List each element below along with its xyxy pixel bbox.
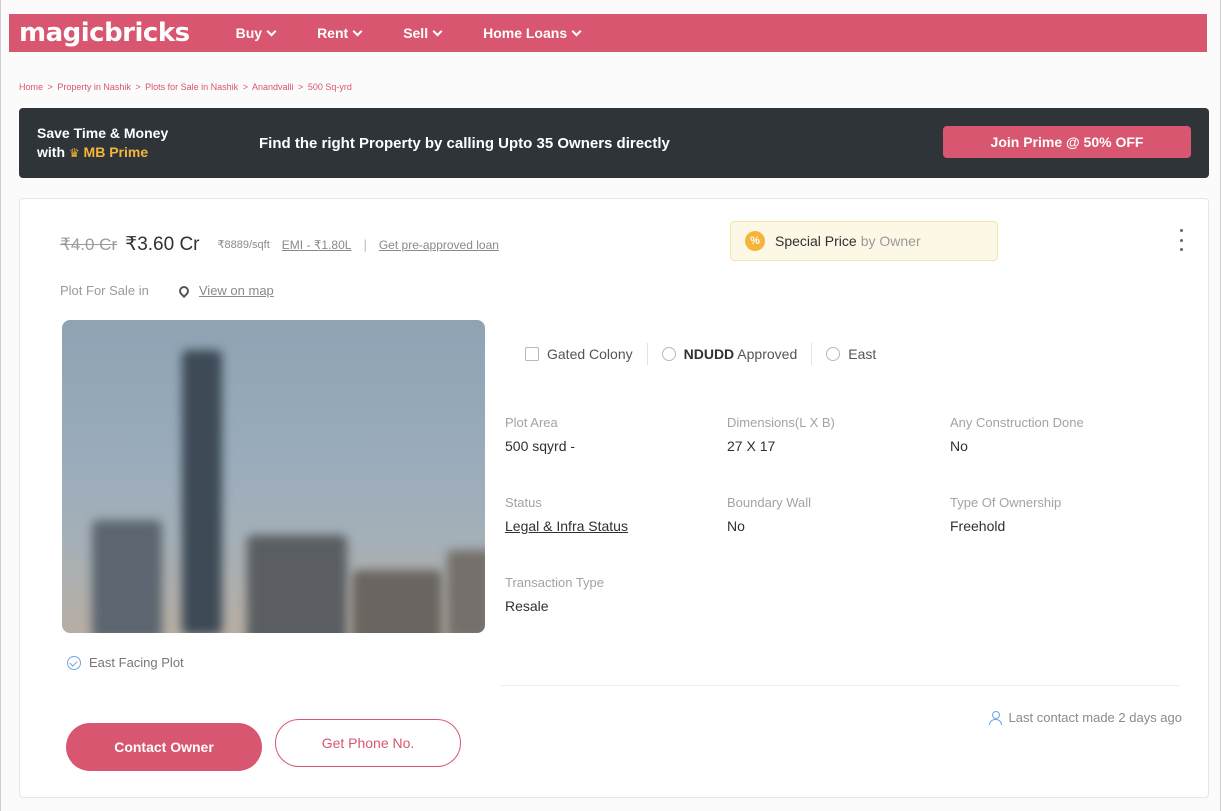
magicbricks-logo[interactable]: magicbricks: [19, 18, 190, 48]
banner-line2-prefix: with: [37, 143, 65, 160]
tag-facing-label: East: [848, 346, 877, 362]
nav-rent-label: Rent: [317, 25, 349, 41]
breadcrumb: Home > Property in Nashik > Plots for Sa…: [19, 82, 354, 92]
property-photo[interactable]: [62, 320, 485, 633]
detail-key: Any Construction Done: [950, 415, 1084, 430]
special-price-badge: % Special Price by Owner: [730, 221, 998, 261]
more-options-icon[interactable]: [1174, 229, 1188, 251]
detail-value: No: [950, 438, 968, 454]
nav-rent[interactable]: Rent: [317, 25, 363, 41]
breadcrumb-home[interactable]: Home: [19, 82, 43, 92]
listing-subtitle: Plot For Sale in: [60, 283, 149, 298]
tag-facing: East: [826, 346, 876, 362]
detail-value: Freehold: [950, 518, 1006, 534]
mb-prime-banner: Save Time & Money with ♛ MB Prime Find t…: [19, 108, 1209, 178]
tag-gated-colony-label: Gated Colony: [547, 346, 633, 362]
get-phone-button[interactable]: Get Phone No.: [275, 719, 461, 767]
special-price-suffix: by Owner: [860, 233, 921, 249]
banner-tagline: Save Time & Money with ♛ MB Prime: [37, 124, 257, 163]
last-contact-info: Last contact made 2 days ago: [988, 710, 1182, 725]
nav-buy[interactable]: Buy: [235, 25, 277, 41]
detail-key: Transaction Type: [505, 575, 604, 590]
chevron-down-icon: [432, 26, 443, 37]
top-navigation: magicbricks Buy Rent Sell Home Loans: [9, 14, 1207, 52]
pre-approved-loan-link[interactable]: Get pre-approved loan: [379, 238, 499, 252]
legal-infra-status-link[interactable]: Legal & Infra Status: [505, 518, 628, 534]
nav-sell[interactable]: Sell: [403, 25, 443, 41]
compass-icon: [826, 347, 841, 361]
detail-key: Status: [505, 495, 542, 510]
detail-value: Resale: [505, 598, 549, 614]
banner-prime-brand: MB Prime: [83, 143, 149, 160]
old-price: ₹4.0 Cr: [60, 234, 118, 254]
page: magicbricks Buy Rent Sell Home Loans Hom…: [0, 0, 1221, 811]
special-price-label: Special Price: [775, 233, 857, 249]
detail-value: 27 X 17: [727, 438, 776, 454]
price-row: ₹4.0 Cr ₹3.60 Cr ₹8889/sqft EMI - ₹1.80L…: [60, 233, 499, 256]
detail-value: 500 sqyrd -: [505, 438, 576, 454]
contact-owner-button[interactable]: Contact Owner: [66, 723, 262, 771]
nav-home-loans-label: Home Loans: [483, 25, 568, 41]
chevron-down-icon: [571, 26, 582, 37]
breadcrumb-separator: >: [47, 82, 53, 92]
detail-key: Dimensions(L X B): [727, 415, 835, 430]
detail-key: Type Of Ownership: [950, 495, 1062, 510]
price: ₹3.60 Cr: [125, 234, 200, 255]
detail-transaction-type: Transaction Type Resale: [505, 575, 604, 614]
listing-subtitle-row: Plot For Sale in View on map: [60, 283, 274, 298]
tag-approved: NDUDD Approved: [661, 346, 798, 362]
breadcrumb-separator: >: [135, 82, 141, 92]
detail-construction: Any Construction Done No: [950, 415, 1084, 454]
tag-gated-colony: Gated Colony: [525, 346, 633, 362]
tag-divider: [811, 343, 813, 365]
highlight-east-facing: East Facing Plot: [67, 655, 184, 670]
view-on-map-link[interactable]: View on map: [199, 283, 274, 298]
emi-link[interactable]: EMI - ₹1.80L: [282, 238, 352, 252]
banner-message: Find the right Property by calling Upto …: [259, 134, 670, 152]
map-pin-icon: [176, 283, 191, 298]
breadcrumb-plots-for-sale[interactable]: Plots for Sale in Nashik: [145, 82, 238, 92]
property-card: ₹4.0 Cr ₹3.60 Cr ₹8889/sqft EMI - ₹1.80L…: [19, 198, 1209, 798]
tag-approved-label: Approved: [737, 346, 798, 362]
last-contact-text: Last contact made 2 days ago: [1008, 710, 1182, 725]
feature-tags: Gated Colony NDUDD Approved East: [525, 343, 876, 365]
detail-ownership: Type Of Ownership Freehold: [950, 495, 1061, 534]
breadcrumb-current: 500 Sq-yrd: [307, 82, 352, 92]
chevron-down-icon: [352, 26, 363, 37]
detail-key: Boundary Wall: [727, 495, 812, 510]
nav-buy-label: Buy: [235, 25, 263, 41]
highlight-label: East Facing Plot: [89, 655, 184, 670]
banner-line1: Save Time & Money: [37, 124, 169, 141]
check-circle-icon: [67, 655, 81, 670]
breadcrumb-locality[interactable]: Anandvalli: [252, 82, 294, 92]
approved-icon: [661, 347, 676, 361]
detail-plot-area: Plot Area 500 sqyrd -: [505, 415, 575, 454]
detail-dimensions: Dimensions(L X B) 27 X 17: [727, 415, 835, 454]
crown-icon: ♛: [68, 145, 80, 160]
detail-key: Plot Area: [505, 415, 558, 430]
card-divider: [500, 685, 1180, 686]
price-divider: |: [363, 237, 367, 252]
detail-value: No: [727, 518, 745, 534]
breadcrumb-separator: >: [242, 82, 248, 92]
nav-home-loans[interactable]: Home Loans: [483, 25, 582, 41]
discount-icon: %: [745, 231, 765, 251]
price-per-sqft: ₹8889/sqft: [217, 239, 270, 251]
chevron-down-icon: [266, 26, 277, 37]
join-prime-button[interactable]: Join Prime @ 50% OFF: [943, 126, 1191, 158]
breadcrumb-property-in-nashik[interactable]: Property in Nashik: [57, 82, 131, 92]
user-icon: [988, 710, 1002, 725]
detail-boundary-wall: Boundary Wall No: [727, 495, 811, 534]
breadcrumb-separator: >: [298, 82, 304, 92]
detail-status: Status Legal & Infra Status: [505, 495, 628, 534]
nav-sell-label: Sell: [403, 25, 429, 41]
tag-approved-authority: NDUDD: [683, 346, 735, 362]
gated-colony-icon: [525, 347, 539, 361]
banner-line2: with ♛ MB Prime: [37, 143, 257, 163]
tag-divider: [646, 343, 648, 365]
